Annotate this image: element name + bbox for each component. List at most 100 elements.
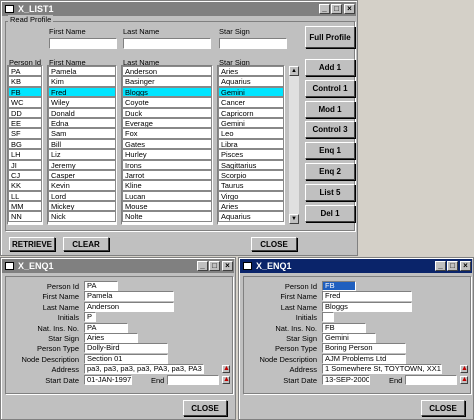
last-name-cell[interactable]: Basinger: [122, 76, 212, 87]
person-id-cell[interactable]: DD: [8, 107, 42, 118]
last-name-cell[interactable]: Mouse: [122, 201, 212, 212]
first-name-cell[interactable]: Wiley: [48, 97, 116, 108]
first-name-cell[interactable]: Donald: [48, 107, 116, 118]
enq-right-close-button[interactable]: CLOSE: [421, 400, 465, 416]
first-name-cell[interactable]: Nick: [48, 211, 116, 222]
person-id-cell[interactable]: KK: [8, 180, 42, 191]
date-expand-icon[interactable]: ▲: [222, 375, 230, 384]
first-name-field[interactable]: Pamela: [84, 291, 174, 302]
end-date-field[interactable]: [405, 374, 457, 385]
star-sign-cell[interactable]: Scorpio: [218, 169, 284, 181]
end-date-field[interactable]: [167, 374, 219, 385]
star-sign-cell[interactable]: Aries: [218, 66, 284, 77]
maximize-icon[interactable]: □: [331, 4, 342, 14]
start-date-field[interactable]: 13-SEP-2000: [322, 374, 370, 385]
first-name-field[interactable]: Fred: [322, 291, 412, 302]
first-name-cell[interactable]: Liz: [48, 149, 116, 160]
last-name-cell[interactable]: Fox: [122, 128, 212, 139]
enq-left-titlebar[interactable]: X_ENQ1 _ □ ×: [2, 259, 234, 273]
star-sign-cell[interactable]: Cancer: [218, 97, 284, 108]
star-sign-cell[interactable]: Libra: [218, 138, 284, 150]
last-name-cell[interactable]: Coyote: [122, 97, 212, 108]
first-name-cell[interactable]: Pamela: [48, 66, 116, 77]
first-name-cell[interactable]: Casper: [48, 169, 116, 181]
side-button-control-3[interactable]: Control 3: [305, 121, 355, 139]
last-name-cell[interactable]: Anderson: [122, 66, 212, 77]
last-name-cell[interactable]: Bloggs: [122, 86, 212, 98]
maximize-icon[interactable]: □: [209, 261, 220, 271]
first-name-cell[interactable]: Sam: [48, 128, 116, 139]
last-name-cell[interactable]: Duck: [122, 107, 212, 118]
star-sign-cell[interactable]: Aquarius: [218, 76, 284, 87]
first-name-cell[interactable]: Lord: [48, 190, 116, 202]
clear-button[interactable]: CLEAR: [63, 237, 109, 251]
person-id-cell[interactable]: BG: [8, 138, 42, 150]
enq-left-close-button[interactable]: CLOSE: [183, 400, 227, 416]
person-id-cell[interactable]: PA: [8, 66, 42, 77]
list-scrollbar[interactable]: ▲ ▼: [289, 66, 299, 224]
side-button-list-5[interactable]: List 5: [305, 183, 355, 201]
first-name-cell[interactable]: Bill: [48, 138, 116, 150]
side-button-enq-1[interactable]: Enq 1: [305, 142, 355, 160]
first-name-cell[interactable]: Kim: [48, 76, 116, 87]
last-name-cell[interactable]: Lucan: [122, 190, 212, 202]
list-window-titlebar[interactable]: X_LIST1 _ □ ×: [2, 2, 356, 16]
first-name-cell[interactable]: Mickey: [48, 201, 116, 212]
side-button-del-1[interactable]: Del 1: [305, 204, 355, 222]
initials-field[interactable]: [322, 312, 334, 323]
scroll-up-icon[interactable]: ▲: [289, 66, 299, 76]
star-sign-cell[interactable]: Aries: [218, 201, 284, 212]
star-sign-cell[interactable]: Capricorn: [218, 107, 284, 118]
person-type-field[interactable]: Boring Person: [322, 343, 406, 354]
enq-right-titlebar[interactable]: X_ENQ1 _ □ ×: [240, 259, 472, 273]
star-sign-cell[interactable]: Gemini: [218, 86, 284, 98]
side-button-add-1[interactable]: Add 1: [305, 59, 355, 76]
close-icon[interactable]: ×: [344, 4, 355, 14]
person-id-cell[interactable]: JI: [8, 159, 42, 170]
person-id-cell[interactable]: KB: [8, 76, 42, 87]
star-sign-cell[interactable]: Virgo: [218, 190, 284, 202]
star-sign-field[interactable]: Aries: [84, 333, 138, 343]
person-id-cell[interactable]: CJ: [8, 169, 42, 181]
star-sign-cell[interactable]: Aquarius: [218, 211, 284, 222]
minimize-icon[interactable]: _: [319, 4, 330, 14]
initials-field[interactable]: P: [84, 312, 96, 323]
person-id-cell[interactable]: SF: [8, 128, 42, 139]
star-sign-cell[interactable]: Sagittarius: [218, 159, 284, 170]
side-button-mod-1[interactable]: Mod 1: [305, 100, 355, 118]
node-description-field[interactable]: Section 01: [84, 353, 168, 364]
last-name-cell[interactable]: Kline: [122, 180, 212, 191]
address-expand-icon[interactable]: ▲: [460, 365, 468, 374]
star-sign-cell[interactable]: Pisces: [218, 149, 284, 160]
last-name-cell[interactable]: Nolte: [122, 211, 212, 222]
first-name-cell[interactable]: Fred: [48, 86, 116, 98]
address-field[interactable]: 1 Somewhere St, TOYTOWN, XX1 2YY: [322, 364, 442, 375]
last-name-cell[interactable]: Jarrot: [122, 169, 212, 181]
retrieve-button[interactable]: RETRIEVE: [9, 237, 55, 251]
person-id-cell[interactable]: MM: [8, 201, 42, 212]
close-icon[interactable]: ×: [222, 261, 233, 271]
last-name-search-input[interactable]: [123, 38, 211, 49]
full-profile-button[interactable]: Full Profile: [305, 26, 355, 48]
address-expand-icon[interactable]: ▲: [222, 365, 230, 374]
address-field[interactable]: pa3, pa3, pa3, pa3, PA3, pa3, PA3: [84, 364, 204, 375]
nat-ins-field[interactable]: FB: [322, 322, 366, 333]
last-name-field[interactable]: Anderson: [84, 301, 174, 312]
person-id-field[interactable]: PA: [84, 281, 118, 291]
person-id-cell[interactable]: LL: [8, 190, 42, 202]
star-sign-field[interactable]: Gemini: [322, 333, 376, 343]
star-sign-search-input[interactable]: [219, 38, 287, 49]
first-name-cell[interactable]: Kevin: [48, 180, 116, 191]
person-id-cell[interactable]: FB: [8, 86, 42, 98]
scroll-down-icon[interactable]: ▼: [289, 214, 299, 224]
side-button-enq-2[interactable]: Enq 2: [305, 163, 355, 180]
start-date-field[interactable]: 01-JAN-1997: [84, 374, 132, 385]
person-id-cell[interactable]: NN: [8, 211, 42, 222]
star-sign-cell[interactable]: Leo: [218, 128, 284, 139]
person-id-cell[interactable]: WC: [8, 97, 42, 108]
maximize-icon[interactable]: □: [447, 261, 458, 271]
star-sign-cell[interactable]: Gemini: [218, 117, 284, 129]
last-name-cell[interactable]: Everage: [122, 117, 212, 129]
date-expand-icon[interactable]: ▲: [460, 375, 468, 384]
last-name-cell[interactable]: Irons: [122, 159, 212, 170]
